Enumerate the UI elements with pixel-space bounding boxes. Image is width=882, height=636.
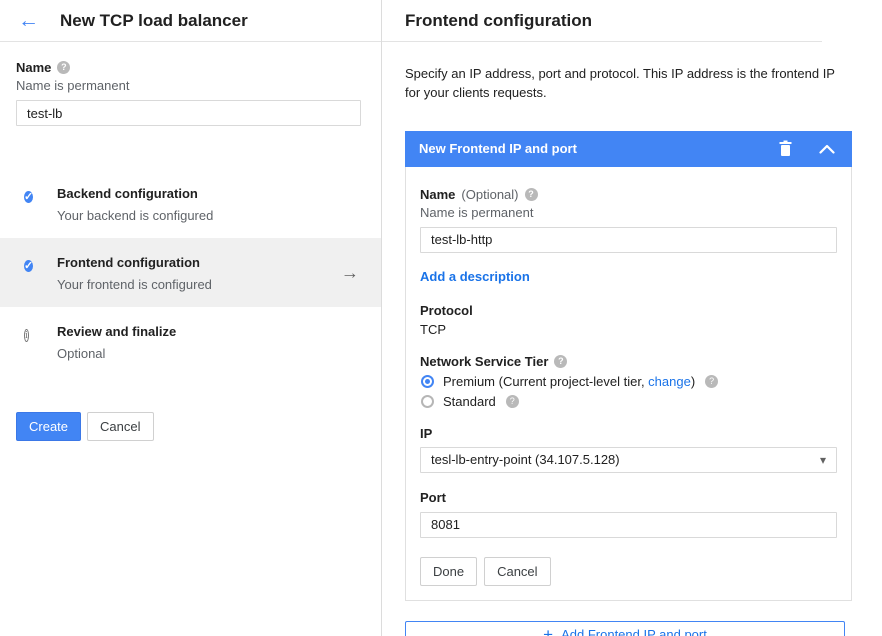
step-subtitle: Your backend is configured [57, 208, 213, 223]
trash-icon [778, 140, 793, 157]
add-frontend-label: Add Frontend IP and port [561, 627, 707, 636]
frontend-name-label-row: Name (Optional) [420, 187, 837, 202]
radio-unselected-icon [421, 395, 434, 408]
lb-name-hint: Name is permanent [16, 78, 361, 93]
help-icon[interactable] [705, 375, 718, 388]
frontend-name-hint: Name is permanent [420, 205, 837, 220]
lb-name-label: Name [16, 60, 51, 75]
frontend-cancel-button[interactable]: Cancel [484, 557, 550, 586]
delete-frontend-button[interactable] [778, 140, 793, 157]
plus-icon [543, 626, 553, 636]
help-icon[interactable] [57, 61, 70, 74]
frontend-configuration-panel: Frontend configuration Specify an IP add… [382, 0, 882, 636]
collapse-card-button[interactable] [819, 144, 835, 154]
back-arrow-icon[interactable] [18, 10, 60, 31]
done-button[interactable]: Done [420, 557, 477, 586]
dropdown-caret-icon [820, 453, 826, 467]
panel-title: Frontend configuration [405, 11, 592, 31]
card-title: New Frontend IP and port [419, 141, 778, 156]
ip-selected-value: tesl-lb-entry-point (34.107.5.128) [431, 452, 620, 467]
port-label: Port [420, 490, 837, 505]
tier-premium-option[interactable]: Premium (Current project-level tier, cha… [420, 374, 837, 389]
panel-description: Specify an IP address, port and protocol… [405, 65, 852, 103]
step-info-icon [24, 329, 29, 342]
wizard-actions: Create Cancel [16, 412, 365, 441]
page-title: New TCP load balancer [60, 11, 248, 31]
protocol-value: TCP [420, 322, 837, 337]
step-review-and-finalize[interactable]: Review and finalize Optional [0, 307, 381, 376]
tier-premium-text: Premium (Current project-level tier, [443, 374, 648, 389]
port-input[interactable] [420, 512, 837, 538]
add-description-link[interactable]: Add a description [420, 269, 530, 284]
panel-header: Frontend configuration [382, 0, 822, 42]
lb-name-input[interactable] [16, 100, 361, 126]
chevron-up-icon [819, 144, 835, 154]
frontend-ip-port-card: New Frontend IP and port Name [405, 131, 852, 601]
network-tier-label: Network Service Tier [420, 354, 548, 369]
step-frontend-configuration[interactable]: Frontend configuration Your frontend is … [0, 238, 381, 307]
card-form-buttons: Done Cancel [420, 557, 837, 586]
step-title: Review and finalize [57, 324, 176, 339]
step-complete-check-icon [24, 260, 33, 272]
optional-tag: (Optional) [461, 187, 518, 202]
radio-selected-icon [421, 375, 434, 388]
frontend-name-label: Name [420, 187, 455, 202]
cancel-button[interactable]: Cancel [87, 412, 153, 441]
step-backend-configuration[interactable]: Backend configuration Your backend is co… [0, 169, 381, 238]
frontend-name-input[interactable] [420, 227, 837, 253]
add-frontend-ip-port-button[interactable]: Add Frontend IP and port [405, 621, 845, 636]
step-subtitle: Optional [57, 346, 176, 361]
step-title: Frontend configuration [57, 255, 212, 270]
protocol-label: Protocol [420, 303, 837, 318]
card-header: New Frontend IP and port [405, 131, 852, 167]
help-icon[interactable] [525, 188, 538, 201]
tier-premium-suffix: ) [691, 374, 695, 389]
wizard-sidebar: New TCP load balancer Name Name is perma… [0, 0, 382, 636]
wizard-steps: Backend configuration Your backend is co… [0, 169, 381, 376]
create-button[interactable]: Create [16, 412, 81, 441]
step-title: Backend configuration [57, 186, 213, 201]
tier-standard-text: Standard [443, 394, 496, 409]
step-complete-check-icon [24, 191, 33, 203]
active-step-arrow-icon [341, 262, 359, 283]
ip-label: IP [420, 426, 837, 441]
lb-name-label-row: Name [16, 60, 361, 75]
lb-name-section: Name Name is permanent [0, 42, 381, 126]
change-tier-link[interactable]: change [648, 374, 691, 389]
ip-select[interactable]: tesl-lb-entry-point (34.107.5.128) [420, 447, 837, 473]
tier-standard-option[interactable]: Standard [420, 394, 837, 409]
help-icon[interactable] [554, 355, 567, 368]
help-icon[interactable] [506, 395, 519, 408]
card-body: Name (Optional) Name is permanent Add a … [405, 167, 852, 601]
network-tier-label-row: Network Service Tier [420, 354, 837, 369]
step-subtitle: Your frontend is configured [57, 277, 212, 292]
sidebar-header: New TCP load balancer [0, 0, 381, 42]
